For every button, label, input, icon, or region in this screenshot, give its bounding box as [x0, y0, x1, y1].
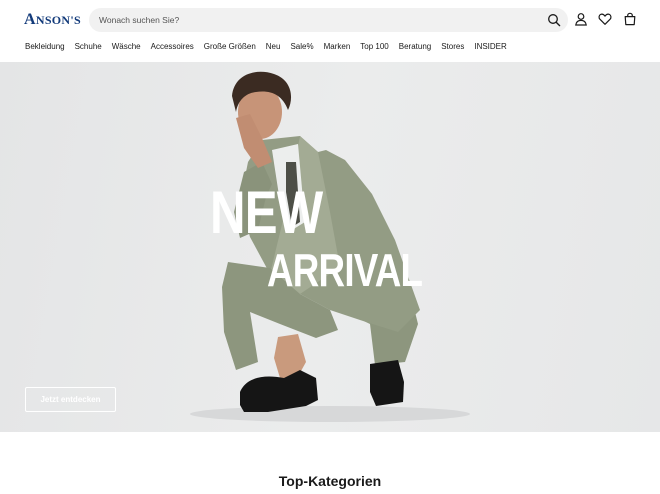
search-input[interactable] — [99, 8, 529, 32]
nav-item-bekleidung[interactable]: Bekleidung — [25, 41, 65, 53]
hero-headline-new: NEW — [210, 179, 323, 246]
nav-item-top-100[interactable]: Top 100 — [360, 41, 388, 53]
search-bar[interactable] — [89, 8, 568, 32]
search-icon[interactable] — [547, 13, 561, 27]
hero-banner[interactable]: NEW ARRIVAL Jetzt entdecken — [0, 62, 660, 432]
hero-headline-arrival: ARRIVAL — [267, 244, 423, 296]
nav-item-insider[interactable]: INSIDER — [474, 41, 506, 53]
nav-item-neu[interactable]: Neu — [266, 41, 281, 53]
site-header: ANSON'S Bekleidung Schuhe Wäsche Accesso… — [0, 0, 660, 62]
nav-item-waesche[interactable]: Wäsche — [112, 41, 141, 53]
section-title-top-kategorien: Top-Kategorien — [278, 473, 382, 489]
nav-item-stores[interactable]: Stores — [441, 41, 464, 53]
ansons-logo[interactable]: ANSON'S — [24, 11, 81, 29]
nav-item-schuhe[interactable]: Schuhe — [75, 41, 102, 53]
jetzt-entdecken-button[interactable]: Jetzt entdecken — [25, 387, 116, 412]
wishlist-heart-icon[interactable] — [598, 12, 612, 26]
shopping-bag-icon[interactable] — [623, 12, 637, 26]
nav-item-marken[interactable]: Marken — [324, 41, 351, 53]
account-icon[interactable] — [574, 12, 588, 26]
nav-item-sale[interactable]: Sale% — [290, 41, 313, 53]
nav-item-beratung[interactable]: Beratung — [399, 41, 431, 53]
nav-item-grosse-groessen[interactable]: Große Größen — [204, 41, 256, 53]
nav-item-accessoires[interactable]: Accessoires — [151, 41, 194, 53]
main-nav: Bekleidung Schuhe Wäsche Accessoires Gro… — [25, 41, 517, 53]
